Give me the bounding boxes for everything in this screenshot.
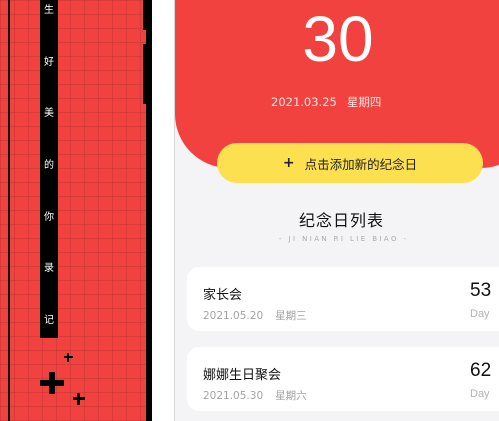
vertical-text-strip: 生 好 美 的 你 录 记 — [40, 0, 58, 338]
add-button-label: 点击添加新的纪念日 — [304, 156, 418, 172]
strip-char: 生 — [44, 5, 54, 16]
weekday-text: 星期四 — [346, 95, 382, 109]
app-screen: 30 2021.03.25 星期四 + 点击添加新的纪念日 纪念日列表 - JI … — [174, 0, 499, 421]
add-anniversary-button[interactable]: + 点击添加新的纪念日 — [217, 143, 483, 183]
strip-char: 的 — [44, 159, 54, 171]
strip-char: 美 — [44, 108, 54, 120]
left-decor-panel: 生 好 美 的 你 录 记 — [0, 0, 152, 421]
left-edge-line — [8, 0, 10, 421]
strip-char: 录 — [44, 263, 54, 275]
anniversary-name: 娜娜生日聚会 — [203, 368, 282, 383]
day-count-value: 62 — [470, 360, 492, 381]
day-unit: Day — [470, 388, 490, 400]
strip-char: 记 — [44, 314, 54, 326]
strip-char: 好 — [44, 56, 54, 68]
anniversary-card[interactable]: 娜娜生日聚会 2021.05.30 星期六 62 Day — [187, 347, 499, 411]
section-subtitle: - JI NIAN RI LIE BIAO - — [279, 235, 409, 243]
day-unit: Day — [470, 308, 490, 320]
weekday-text: 星期六 — [275, 390, 307, 402]
strip-char: 你 — [44, 211, 54, 223]
anniversary-date: 2021.05.20 星期三 — [203, 308, 319, 323]
plus-medium-icon — [73, 393, 85, 405]
anniversary-card[interactable]: 家长会 2021.05.20 星期三 53 Day — [187, 267, 499, 331]
date-text: 2021.05.20 — [203, 310, 264, 322]
plus-small-icon — [64, 353, 73, 362]
plus-icon: + — [282, 155, 295, 171]
edge-notch — [143, 0, 148, 30]
anniversary-name: 家长会 — [203, 288, 243, 303]
weekday-text: 星期三 — [275, 310, 307, 322]
anniversary-date: 2021.05.30 星期六 — [203, 388, 319, 403]
plus-large-icon — [40, 372, 64, 394]
section-title: 纪念日列表 — [299, 211, 385, 230]
day-count: 30 — [302, 3, 374, 75]
date-text: 2021.03.25 — [271, 95, 337, 109]
day-count-value: 53 — [470, 280, 492, 301]
current-date: 2021.03.25 星期四 — [271, 94, 431, 110]
date-text: 2021.05.30 — [203, 390, 264, 402]
edge-notch — [143, 44, 148, 104]
